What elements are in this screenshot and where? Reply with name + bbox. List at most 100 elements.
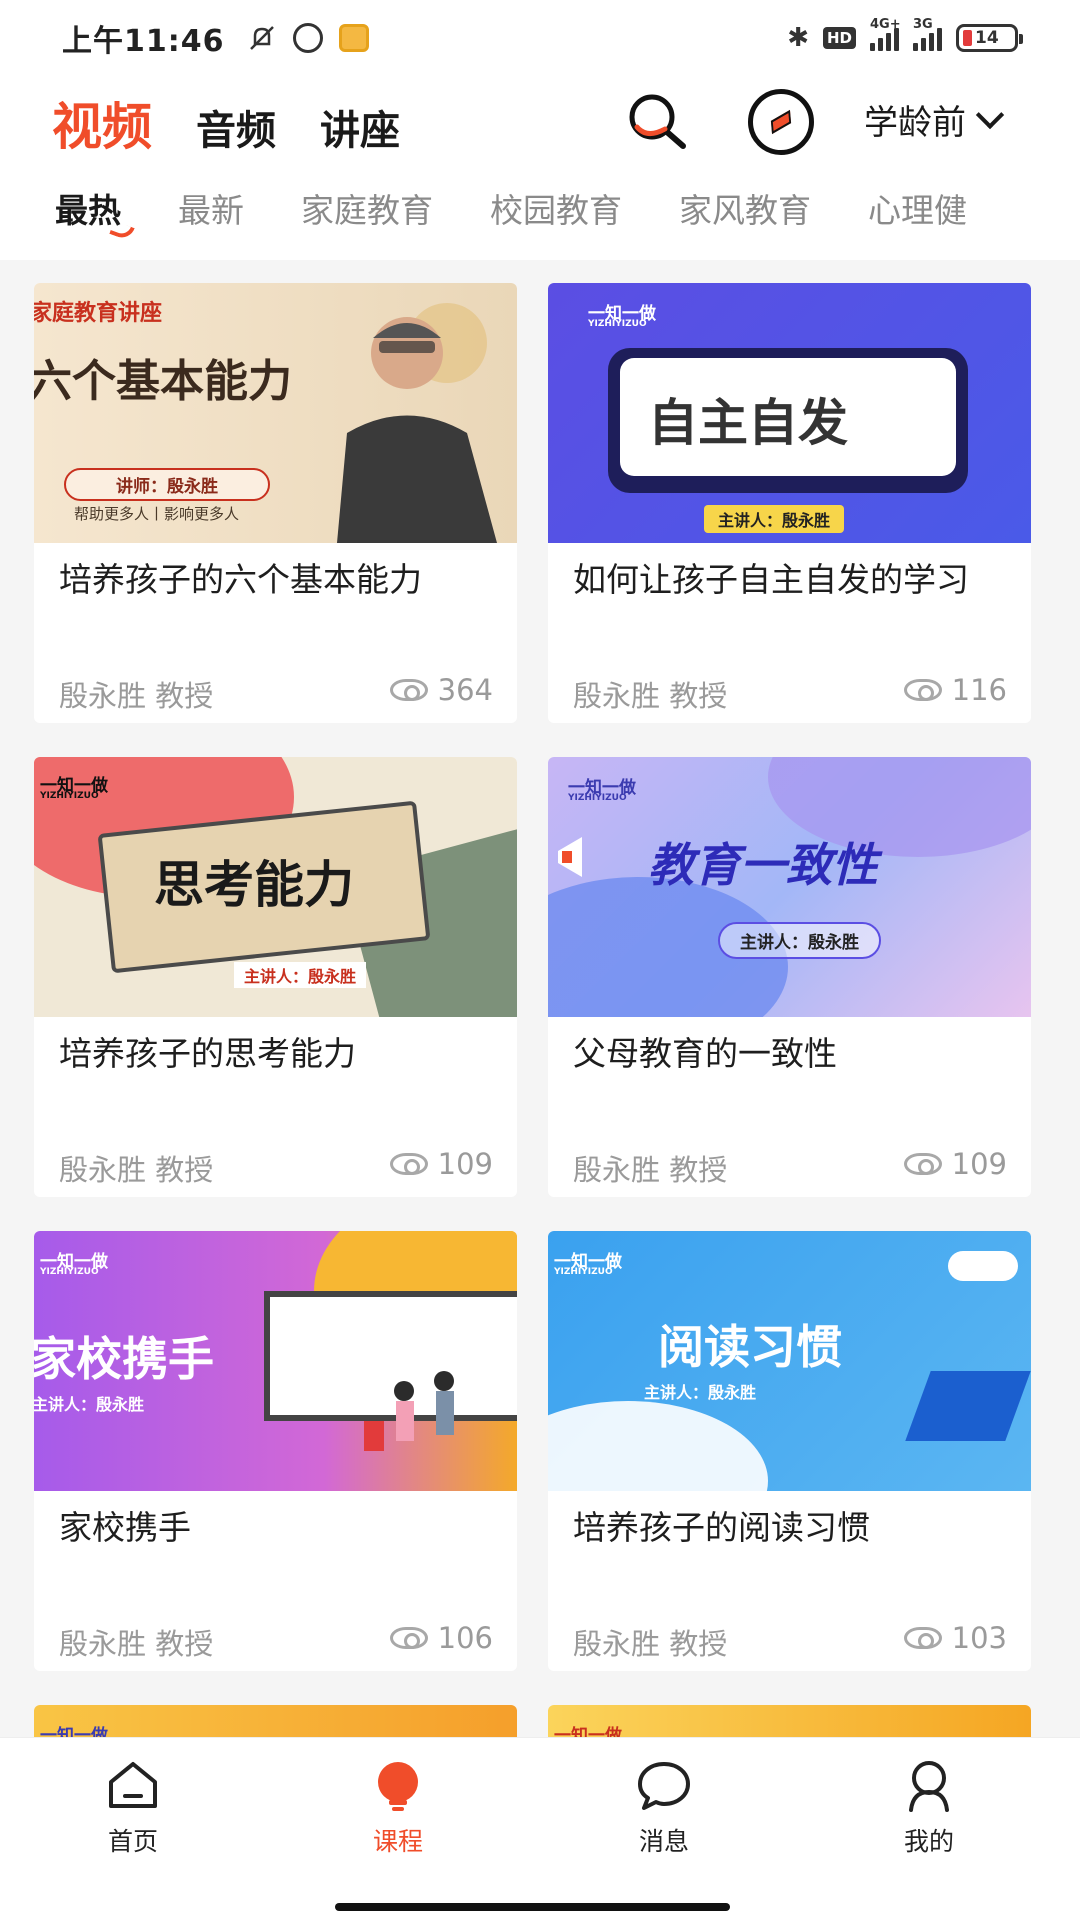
course-author: 殷永胜 教授 xyxy=(573,1153,728,1187)
thumb-brand-en: YIZHIYIZUO xyxy=(40,1267,99,1277)
nav-courses[interactable]: 课程 xyxy=(328,1758,468,1858)
course-card[interactable]: 一知一做 YIZHIYIZUO 家校携手 主讲人：殷永胜 家校携手 殷永胜 教授… xyxy=(34,1231,517,1671)
thumb-brand-en: YIZHIYIZUO xyxy=(554,1267,613,1277)
status-bar: 上午11:46 ✱ HD 4G+ 3G 14 xyxy=(0,0,1080,75)
eye-icon xyxy=(903,1153,942,1175)
course-thumbnail: 一知一做 YIZHIYIZUO 家校携手 主讲人：殷永胜 xyxy=(34,1231,517,1491)
eye-icon xyxy=(389,679,428,701)
network-type-2: 3G xyxy=(913,16,933,32)
nav-profile[interactable]: 我的 xyxy=(859,1758,999,1858)
course-thumbnail: 一知一做 YIZHIYIZUO 自主自发 主讲人：殷永胜 xyxy=(548,283,1031,543)
course-thumbnail: 家庭教育讲座 六个基本能力 讲师：殷永胜 帮助更多人丨影响更多人 xyxy=(34,283,517,543)
thumb-desk xyxy=(905,1371,1031,1441)
home-indicator[interactable] xyxy=(335,1903,730,1911)
course-card[interactable]: 思考能力 主讲人：殷永胜 一知一做 YIZHIYIZUO 培养孩子的思考能力 殷… xyxy=(34,757,517,1197)
alarm-icon xyxy=(292,22,323,53)
chevron-down-icon xyxy=(975,100,1005,129)
app-notification-icon xyxy=(338,23,369,52)
header: 视频 音频 讲座 学龄前 xyxy=(0,75,1080,170)
thumb-lecturer: 主讲人：殷永胜 xyxy=(644,1383,757,1402)
view-count: 103 xyxy=(903,1621,1007,1655)
course-author: 殷永胜 教授 xyxy=(59,679,214,713)
nav-home[interactable]: 首页 xyxy=(63,1758,203,1858)
eye-icon xyxy=(389,1627,428,1649)
course-card[interactable]: 一知一做 YIZHIYIZUO 阅读习惯 主讲人：殷永胜 培养孩子的阅读习惯 殷… xyxy=(548,1231,1031,1671)
megaphone-icon xyxy=(558,837,582,877)
course-title: 家校携手 xyxy=(59,1508,191,1547)
category-psychology[interactable]: 心理健 xyxy=(868,184,967,232)
category-tabs: 最热 最新 家庭教育 校园教育 家风教育 心理健 xyxy=(0,170,1080,260)
eye-icon xyxy=(389,1153,428,1175)
figures-illustration xyxy=(364,1371,454,1451)
signal-4g-icon: 4G+ xyxy=(870,17,901,51)
category-family-tradition[interactable]: 家风教育 xyxy=(679,184,811,232)
course-author: 殷永胜 教授 xyxy=(59,1627,214,1661)
view-count-value: 364 xyxy=(437,673,493,707)
course-author: 殷永胜 教授 xyxy=(573,1627,728,1661)
view-count: 106 xyxy=(389,1621,493,1655)
main-tabs: 视频 音频 讲座 xyxy=(52,87,400,159)
category-hot[interactable]: 最热 xyxy=(55,184,135,242)
lightbulb-icon xyxy=(378,1762,418,1811)
compass-icon[interactable] xyxy=(748,89,814,155)
eye-icon xyxy=(903,679,942,701)
thumb-tagline: 帮助更多人丨影响更多人 xyxy=(74,505,240,523)
view-count-value: 106 xyxy=(437,1621,493,1655)
thumb-lecturer: 主讲人：殷永胜 xyxy=(718,922,881,959)
category-hot-label: 最热 xyxy=(55,191,121,230)
nav-courses-label: 课程 xyxy=(372,1827,423,1856)
view-count: 116 xyxy=(903,673,1007,707)
search-icon[interactable] xyxy=(625,89,689,153)
category-family-education[interactable]: 家庭教育 xyxy=(301,184,433,232)
thumb-headline: 阅读习惯 xyxy=(658,1320,842,1374)
thumb-brand-en: YIZHIYIZUO xyxy=(40,791,99,801)
battery-icon: 14 xyxy=(956,23,1023,52)
course-card[interactable]: 一知一做 YIZHIYIZUO 自主自发 主讲人：殷永胜 如何让孩子自主自发的学… xyxy=(548,283,1031,723)
course-title: 培养孩子的阅读习惯 xyxy=(573,1508,870,1547)
nav-messages-label: 消息 xyxy=(638,1827,689,1856)
age-filter-label: 学龄前 xyxy=(864,103,966,143)
thumb-cloud xyxy=(948,1251,1018,1281)
view-count: 109 xyxy=(389,1147,493,1181)
nav-home-label: 首页 xyxy=(107,1827,158,1856)
tab-video[interactable]: 视频 xyxy=(52,87,152,159)
thumb-lecturer: 讲师：殷永胜 xyxy=(64,468,270,501)
thumb-lecturer: 主讲人：殷永胜 xyxy=(34,1395,145,1414)
view-count: 109 xyxy=(903,1147,1007,1181)
thumb-cloud xyxy=(548,1401,768,1491)
course-thumbnail: 一知一做 YIZHIYIZUO 教育一致性 主讲人：殷永胜 xyxy=(548,757,1031,1017)
tab-lecture[interactable]: 讲座 xyxy=(320,98,400,156)
category-newest[interactable]: 最新 xyxy=(178,184,244,232)
user-icon xyxy=(909,1761,949,1812)
category-school-education[interactable]: 校园教育 xyxy=(490,184,622,232)
age-filter-dropdown[interactable]: 学龄前 xyxy=(864,95,1005,144)
course-title: 培养孩子的思考能力 xyxy=(59,1034,356,1073)
course-thumbnail: 一知一做 YIZHIYIZUO 阅读习惯 主讲人：殷永胜 xyxy=(548,1231,1031,1491)
thumb-headline: 教育一致性 xyxy=(648,838,878,892)
thumb-headline: 家校携手 xyxy=(34,1332,214,1386)
tab-audio[interactable]: 音频 xyxy=(196,98,276,156)
eye-icon xyxy=(903,1627,942,1649)
thumb-lecturer: 主讲人：殷永胜 xyxy=(234,962,367,988)
signal-3g-icon: 3G xyxy=(913,17,942,51)
view-count-value: 103 xyxy=(951,1621,1007,1655)
thumb-headline: 自主自发 xyxy=(648,394,848,452)
view-count-value: 116 xyxy=(951,673,1007,707)
thumb-brand-en: YIZHIYIZUO xyxy=(588,319,647,329)
course-card[interactable]: 家庭教育讲座 六个基本能力 讲师：殷永胜 帮助更多人丨影响更多人 培养孩子的六个… xyxy=(34,283,517,723)
thumb-brand-en: YIZHIYIZUO xyxy=(568,793,627,803)
course-title: 如何让孩子自主自发的学习 xyxy=(573,560,969,599)
bottom-nav: 首页 课程 消息 我的 xyxy=(0,1737,1080,1920)
course-thumbnail: 思考能力 主讲人：殷永胜 一知一做 YIZHIYIZUO xyxy=(34,757,517,1017)
course-title: 父母教育的一致性 xyxy=(573,1034,837,1073)
chat-bubble-icon xyxy=(638,1762,690,1810)
course-card[interactable]: 一知一做 YIZHIYIZUO 教育一致性 主讲人：殷永胜 父母教育的一致性 殷… xyxy=(548,757,1031,1197)
notifications-muted-icon xyxy=(249,25,274,50)
view-count: 364 xyxy=(389,673,493,707)
nav-messages[interactable]: 消息 xyxy=(594,1758,734,1858)
course-author: 殷永胜 教授 xyxy=(573,679,728,713)
nav-profile-label: 我的 xyxy=(903,1827,954,1856)
thumb-lecturer: 主讲人：殷永胜 xyxy=(704,505,845,533)
course-title: 培养孩子的六个基本能力 xyxy=(59,560,422,599)
hd-badge: HD xyxy=(822,26,856,49)
